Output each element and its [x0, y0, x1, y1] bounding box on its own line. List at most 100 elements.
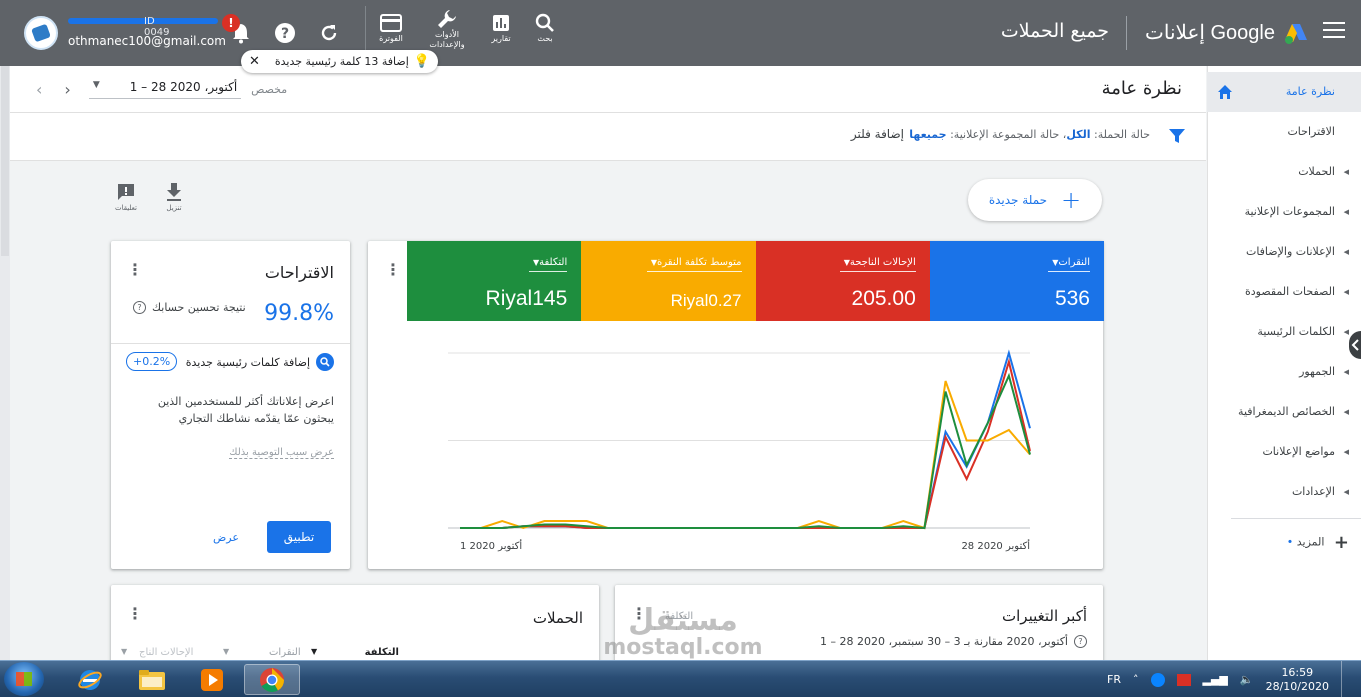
nav-item[interactable]: ◀ الكلمات الرئيسية: [1207, 312, 1361, 352]
new-campaign-label: حملة جديدة: [988, 193, 1048, 207]
metric-tab-avg-cpc[interactable]: ▼متوسط تكلفة النقرة Riyal0.27: [581, 241, 756, 321]
chevron-up-icon[interactable]: ˄: [1133, 673, 1139, 686]
taskbar-media-player[interactable]: [184, 664, 240, 695]
metric-tab-conversions[interactable]: ▼الإحالات الناجحة 205.00: [755, 241, 930, 321]
input-language[interactable]: FR: [1107, 673, 1121, 686]
refresh-button[interactable]: [318, 22, 340, 44]
more-options-icon[interactable]: ⋮: [127, 606, 143, 622]
date-range-picker[interactable]: ‹ › ▼ 1 – 28 أكتوبر، 2020 مخصص: [36, 80, 287, 99]
nav-item[interactable]: الاقتراحات: [1207, 112, 1361, 152]
dropdown-arrow-icon[interactable]: ▼: [223, 647, 229, 656]
nav-item[interactable]: ◀ الحملات: [1207, 152, 1361, 192]
download-icon: [167, 183, 181, 201]
more-options-icon[interactable]: ⋮: [127, 262, 143, 278]
performance-line-chart[interactable]: 1 أكتوبر 2020 28 أكتوبر 2020: [368, 321, 1103, 569]
system-tray: FR ˄ ▂▄▆ 🔈 16:59 28/10/2020: [1107, 661, 1351, 697]
sort-clicks[interactable]: ▼: [311, 647, 317, 656]
page-scrollbar[interactable]: [0, 66, 10, 660]
suggestion-description: اعرض إعلاناتك أكثر للمستخدمين الذين يبحث…: [157, 395, 334, 425]
view-button[interactable]: عرض: [213, 531, 239, 544]
chevron-right-icon[interactable]: ›: [64, 80, 70, 99]
column-cost[interactable]: التكلفة: [365, 647, 399, 658]
comments-button[interactable]: تعليقات: [106, 182, 146, 212]
keyword-suggestion[interactable]: إضافة كلمات رئيسية جديدة: [186, 353, 334, 371]
metric-value: Riyal0.27: [670, 291, 742, 310]
help-button[interactable]: ?: [274, 22, 296, 44]
alert-badge[interactable]: !: [222, 14, 240, 32]
x-axis-end-label: 28 أكتوبر 2020: [961, 539, 1030, 552]
nav-more-button[interactable]: • المزيد +: [1287, 532, 1349, 553]
active-filters[interactable]: حالة الحملة: الكل، حالة المجموعة الإعلان…: [909, 128, 1150, 141]
folder-icon: [139, 669, 165, 690]
search-label: بحث: [537, 34, 553, 43]
caret-left-icon: ◀: [1343, 288, 1349, 296]
notification-toast[interactable]: ✕ إضافة 13 كلمة رئيسية جديدة 💡: [241, 50, 438, 73]
dropdown-arrow-icon[interactable]: ▼: [121, 647, 127, 656]
nav-item[interactable]: نظرة عامة: [1207, 72, 1361, 112]
show-desktop[interactable]: [1341, 661, 1351, 697]
column-conversions[interactable]: الإحالات الناج: [139, 647, 193, 658]
app-tray-icon[interactable]: [1150, 672, 1165, 687]
plus-icon: +: [1333, 532, 1349, 553]
help-icon[interactable]: ?: [133, 301, 146, 314]
overview-title: نظرة عامة: [1101, 78, 1182, 99]
search-button[interactable]: بحث: [520, 12, 570, 44]
taskbar-explorer[interactable]: [124, 664, 180, 695]
brand-title: إعلانات Google: [1145, 22, 1275, 44]
metric-tab-cost[interactable]: ▼التكلفة Riyal145: [407, 241, 582, 321]
nav-item[interactable]: ◀ مواضع الإعلانات: [1207, 432, 1361, 472]
media-player-icon: [201, 668, 223, 691]
nav-item-label: الجمهور: [1299, 365, 1335, 378]
flag-icon[interactable]: [1176, 673, 1191, 686]
search-icon: [316, 353, 334, 371]
top-app-bar: إعلانات Google جميع الحملات بحث تقارير ا…: [0, 0, 1361, 66]
tools-settings-button[interactable]: الأدوات والإعدادات: [422, 8, 472, 50]
nav-item[interactable]: ◀ الجمهور: [1207, 352, 1361, 392]
metric-tab-clicks[interactable]: ▼النقرات 536: [929, 241, 1104, 321]
billing-button[interactable]: الفوترة: [366, 12, 416, 44]
chart-series-line[interactable]: [460, 372, 1031, 530]
nav-more-label: المزيد: [1296, 535, 1325, 549]
column-clicks[interactable]: النقرات: [269, 647, 301, 658]
system-clock[interactable]: 16:59 28/10/2020: [1266, 666, 1329, 694]
comments-label: تعليقات: [114, 204, 138, 212]
close-icon[interactable]: ✕: [249, 54, 260, 69]
metric-label[interactable]: ▼متوسط تكلفة النقرة: [646, 257, 742, 272]
x-axis-start-label: 1 أكتوبر 2020: [460, 539, 522, 552]
internet-explorer-icon: [78, 669, 102, 690]
campaigns-title: الحملات: [532, 609, 583, 627]
download-button[interactable]: تنزيل: [154, 182, 194, 212]
adgroup-status-value: جميعها: [909, 128, 947, 141]
volume-icon[interactable]: 🔈: [1240, 673, 1254, 686]
more-options-icon[interactable]: ⋮: [385, 262, 401, 278]
collapse-nav-button[interactable]: [1349, 331, 1361, 359]
metric-label[interactable]: ▼الإحالات الناجحة: [839, 257, 916, 272]
toast-text: إضافة 13 كلمة رئيسية جديدة: [274, 55, 409, 68]
chevron-left-icon: [1351, 339, 1359, 351]
network-signal-icon[interactable]: ▂▄▆: [1203, 673, 1228, 686]
nav-item[interactable]: ◀ المجموعات الإعلانية: [1207, 192, 1361, 232]
help-icon[interactable]: ?: [1074, 635, 1087, 648]
menu-icon[interactable]: [1323, 22, 1345, 40]
new-campaign-button[interactable]: حملة جديدة +: [968, 179, 1102, 221]
reports-button[interactable]: تقارير: [476, 12, 526, 44]
account-id-redacted: [68, 18, 218, 24]
start-button[interactable]: [4, 662, 44, 696]
chevron-left-icon[interactable]: ‹: [36, 80, 42, 99]
metric-label[interactable]: ▼التكلفة: [528, 257, 568, 272]
metric-label[interactable]: ▼النقرات: [1048, 257, 1090, 272]
taskbar-ie[interactable]: [62, 664, 118, 695]
filter-icon[interactable]: [1168, 127, 1186, 145]
dropdown-arrow-icon[interactable]: ▼: [93, 80, 100, 94]
caret-left-icon: ◀: [1343, 488, 1349, 496]
nav-item[interactable]: ◀ الإعدادات: [1207, 472, 1361, 512]
nav-item[interactable]: ◀ الصفحات المقصودة: [1207, 272, 1361, 312]
why-recommendation-link[interactable]: عرض سبب التوصية بذلك: [229, 447, 334, 459]
nav-item[interactable]: ◀ الخصائص الديمغرافية: [1207, 392, 1361, 432]
apply-button[interactable]: تطبيق: [267, 521, 331, 553]
add-filter-button[interactable]: إضافة فلتر: [851, 127, 904, 141]
nav-item[interactable]: ◀ الإعلانات والإضافات: [1207, 232, 1361, 272]
avatar[interactable]: [24, 16, 58, 50]
help-icon: ?: [275, 23, 295, 43]
taskbar-chrome[interactable]: [244, 664, 300, 695]
